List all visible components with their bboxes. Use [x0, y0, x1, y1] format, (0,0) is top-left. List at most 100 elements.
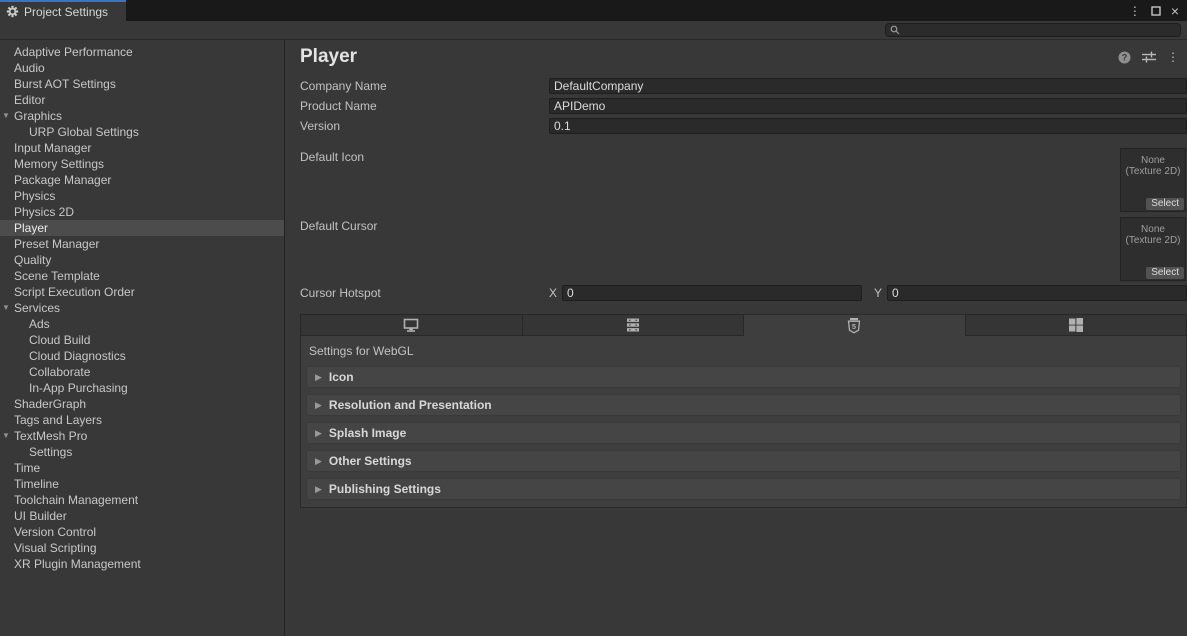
company-name-label: Company Name [300, 79, 549, 93]
page-title: Player [300, 46, 357, 68]
sidebar-item-timeline[interactable]: Timeline [0, 476, 284, 492]
sidebar-item-collaborate[interactable]: Collaborate [0, 364, 284, 380]
sidebar-item-xr-plugin-management[interactable]: XR Plugin Management [0, 556, 284, 572]
sidebar-item-script-execution-order[interactable]: Script Execution Order [0, 284, 284, 300]
cursor-hotspot-label: Cursor Hotspot [300, 286, 549, 300]
texture-none-title: None [1121, 155, 1185, 166]
sidebar-item-physics[interactable]: Physics [0, 188, 284, 204]
sidebar-item-visual-scripting[interactable]: Visual Scripting [0, 540, 284, 556]
sidebar-item-physics-2d[interactable]: Physics 2D [0, 204, 284, 220]
window-tab-label: Project Settings [24, 5, 108, 19]
sidebar-item-textmesh-pro[interactable]: ▼TextMesh Pro [0, 428, 284, 444]
sidebar-item-burst-aot-settings[interactable]: Burst AOT Settings [0, 76, 284, 92]
sidebar-item-memory-settings[interactable]: Memory Settings [0, 156, 284, 172]
sidebar-item-graphics[interactable]: ▼Graphics [0, 108, 284, 124]
sidebar-item-adaptive-performance[interactable]: Adaptive Performance [0, 44, 284, 60]
settings-sidebar: Adaptive Performance Audio Burst AOT Set… [0, 40, 285, 636]
sidebar-item-ui-builder[interactable]: UI Builder [0, 508, 284, 524]
default-icon-select-button[interactable]: Select [1146, 198, 1184, 210]
hotspot-x-field[interactable] [562, 285, 862, 301]
panel-menu-icon[interactable]: ⋮ [1167, 50, 1179, 64]
close-icon[interactable]: × [1171, 6, 1179, 16]
section-icon[interactable]: ▶ Icon [306, 366, 1181, 388]
texture-none-title: None [1121, 224, 1185, 235]
settings-for-platform-label: Settings for WebGL [301, 336, 1186, 366]
tab-desktop-platform[interactable] [300, 314, 523, 336]
fold-right-icon: ▶ [315, 372, 322, 383]
search-icon [890, 25, 900, 35]
toolbar [0, 21, 1187, 40]
sidebar-item-urp-global-settings[interactable]: URP Global Settings [0, 124, 284, 140]
search-box[interactable] [885, 23, 1181, 37]
tab-webgl-platform[interactable]: 5 [744, 314, 966, 336]
fold-right-icon: ▶ [315, 456, 322, 467]
player-settings-panel: Player ? ⋮ Co [285, 40, 1187, 636]
default-icon-texture-slot[interactable]: None (Texture 2D) Select [1120, 148, 1186, 212]
fold-right-icon: ▶ [315, 400, 322, 411]
version-field[interactable] [549, 118, 1187, 134]
gear-icon [6, 5, 19, 18]
hotspot-y-label: Y [874, 286, 882, 300]
tab-dedicated-server-platform[interactable] [523, 314, 745, 336]
sidebar-item-ads[interactable]: Ads [0, 316, 284, 332]
window-menu-icon[interactable]: ⋮ [1129, 4, 1141, 18]
sidebar-item-scene-template[interactable]: Scene Template [0, 268, 284, 284]
platform-tab-strip: 5 [300, 314, 1187, 336]
default-cursor-texture-slot[interactable]: None (Texture 2D) Select [1120, 217, 1186, 281]
sidebar-item-tmp-settings[interactable]: Settings [0, 444, 284, 460]
fold-right-icon: ▶ [315, 428, 322, 439]
maximize-icon[interactable] [1151, 6, 1161, 16]
cursor-hotspot-row: Cursor Hotspot X Y [300, 285, 1187, 301]
caret-down-icon[interactable]: ▼ [2, 108, 10, 124]
sidebar-item-player[interactable]: Player [0, 220, 284, 236]
sidebar-item-quality[interactable]: Quality [0, 252, 284, 268]
default-cursor-select-button[interactable]: Select [1146, 267, 1184, 279]
sidebar-item-time[interactable]: Time [0, 460, 284, 476]
caret-down-icon[interactable]: ▼ [2, 300, 10, 316]
sidebar-item-toolchain-management[interactable]: Toolchain Management [0, 492, 284, 508]
texture-none-type: (Texture 2D) [1121, 166, 1185, 177]
section-resolution-and-presentation[interactable]: ▶ Resolution and Presentation [306, 394, 1181, 416]
sidebar-item-audio[interactable]: Audio [0, 60, 284, 76]
sidebar-item-cloud-build[interactable]: Cloud Build [0, 332, 284, 348]
sidebar-item-version-control[interactable]: Version Control [0, 524, 284, 540]
company-name-row: Company Name [300, 78, 1187, 94]
default-cursor-row: Default Cursor None (Texture 2D) Select [300, 217, 1187, 281]
caret-down-icon[interactable]: ▼ [2, 428, 10, 444]
sidebar-item-input-manager[interactable]: Input Manager [0, 140, 284, 156]
hotspot-x-label: X [549, 286, 557, 300]
hotspot-y-field[interactable] [887, 285, 1187, 301]
product-name-row: Product Name [300, 98, 1187, 114]
texture-none-type: (Texture 2D) [1121, 235, 1185, 246]
sidebar-item-tags-and-layers[interactable]: Tags and Layers [0, 412, 284, 428]
help-icon[interactable]: ? [1118, 51, 1131, 64]
sidebar-item-services[interactable]: ▼Services [0, 300, 284, 316]
window-controls: ⋮ × [1129, 0, 1187, 21]
project-settings-window: Project Settings ⋮ × Adaptive Performanc… [0, 0, 1187, 636]
project-settings-tab[interactable]: Project Settings [0, 0, 126, 21]
sidebar-item-editor[interactable]: Editor [0, 92, 284, 108]
tab-windows-store-platform[interactable] [966, 314, 1187, 336]
default-icon-row: Default Icon None (Texture 2D) Select [300, 148, 1187, 212]
sidebar-item-preset-manager[interactable]: Preset Manager [0, 236, 284, 252]
section-splash-image[interactable]: ▶ Splash Image [306, 422, 1181, 444]
webgl-icon: 5 [847, 318, 861, 334]
section-other-settings[interactable]: ▶ Other Settings [306, 450, 1181, 472]
presets-icon[interactable] [1142, 51, 1156, 63]
svg-text:?: ? [1122, 52, 1128, 62]
platform-settings-panel: Settings for WebGL ▶ Icon ▶ Resolution a… [300, 336, 1187, 508]
default-cursor-label: Default Cursor [300, 217, 549, 233]
section-publishing-settings[interactable]: ▶ Publishing Settings [306, 478, 1181, 500]
sidebar-item-package-manager[interactable]: Package Manager [0, 172, 284, 188]
search-input[interactable] [900, 24, 1180, 36]
company-name-field[interactable] [549, 78, 1187, 94]
fold-right-icon: ▶ [315, 484, 322, 495]
server-icon [626, 318, 640, 332]
product-name-field[interactable] [549, 98, 1187, 114]
sidebar-item-in-app-purchasing[interactable]: In-App Purchasing [0, 380, 284, 396]
sidebar-item-cloud-diagnostics[interactable]: Cloud Diagnostics [0, 348, 284, 364]
default-icon-label: Default Icon [300, 148, 549, 164]
version-row: Version [300, 118, 1187, 134]
title-bar: Project Settings ⋮ × [0, 0, 1187, 21]
sidebar-item-shadergraph[interactable]: ShaderGraph [0, 396, 284, 412]
